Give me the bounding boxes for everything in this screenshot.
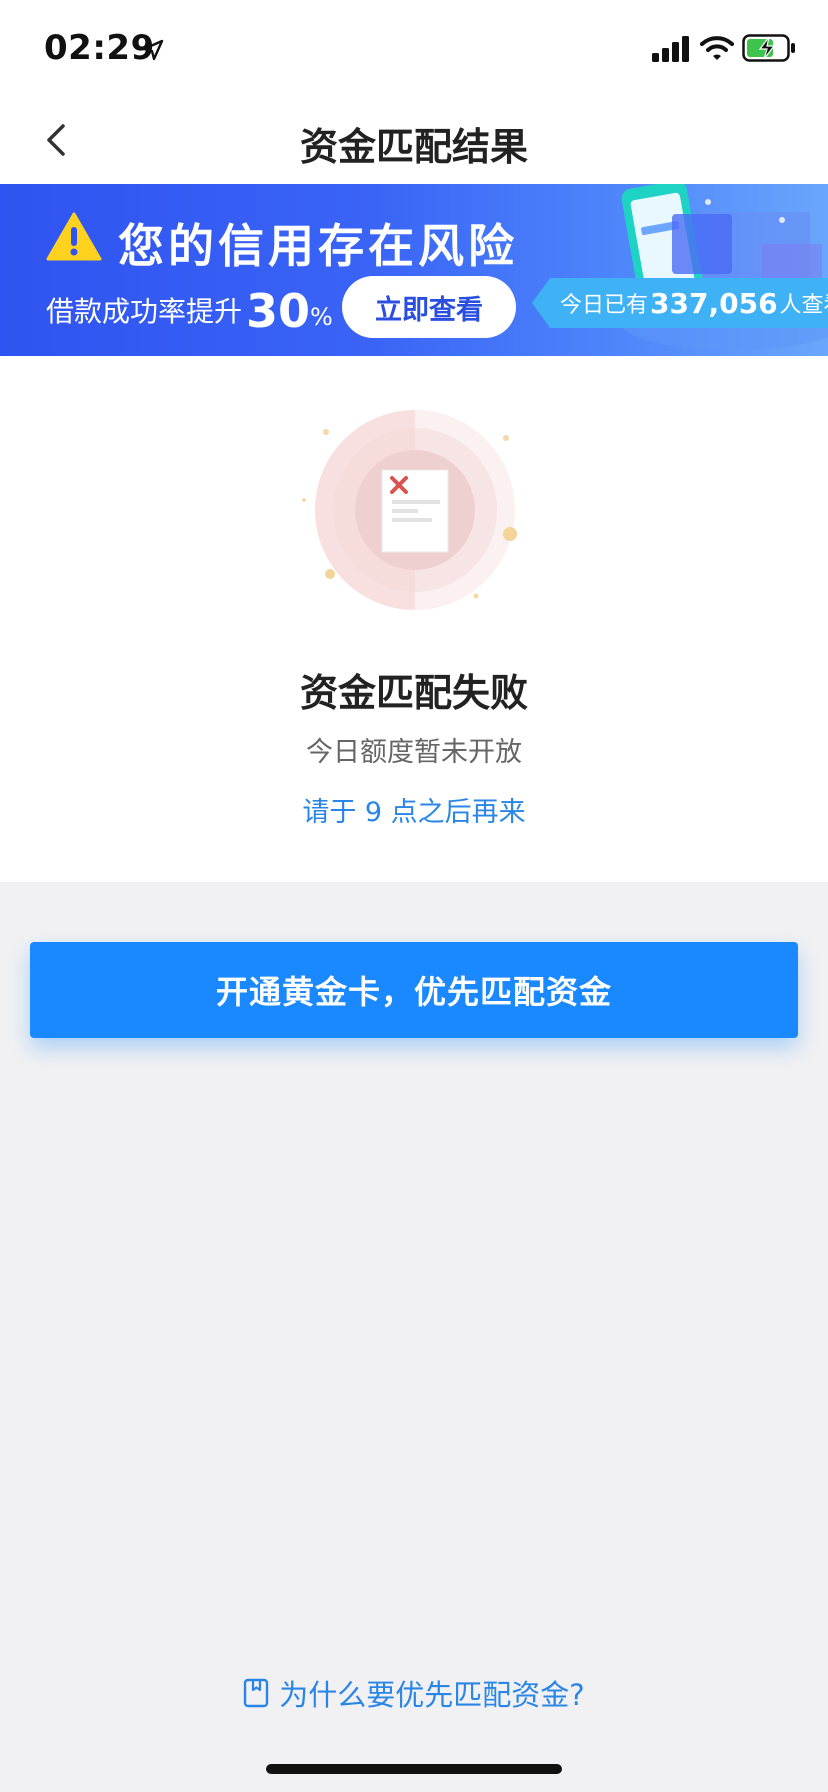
status-time: 02:29 xyxy=(44,28,155,68)
status-bar: 02:29 xyxy=(0,0,828,96)
ribbon-prefix: 今日已有 xyxy=(560,293,649,318)
viewer-count-ribbon: 今日已有337,056人查看 xyxy=(532,278,828,328)
result-card: 资金匹配失败 今日额度暂未开放 请于 9 点之后再来 xyxy=(0,356,828,882)
credit-risk-banner[interactable]: 您的信用存在风险 借款成功率提升30% 立即查看 今日已有337,056人查看 xyxy=(0,184,828,356)
warning-icon xyxy=(46,212,102,261)
banner-sub-label: 借款成功率提升 xyxy=(46,295,243,328)
phone-illustration-icon xyxy=(621,184,828,350)
nav-bar: 资金匹配结果 xyxy=(0,96,828,184)
match-failed-document-icon xyxy=(302,410,517,610)
banner-rate-unit: % xyxy=(310,303,333,331)
battery-charging-icon xyxy=(742,34,795,62)
wifi-icon xyxy=(700,36,734,60)
ribbon-suffix: 人查看 xyxy=(779,293,828,318)
result-description: 今日额度暂未开放 xyxy=(306,737,522,768)
why-priority-label: 为什么要优先匹配资金? xyxy=(279,1678,585,1712)
activate-gold-card-button[interactable]: 开通黄金卡，优先匹配资金 xyxy=(30,942,798,1038)
why-priority-link[interactable]: 为什么要优先匹配资金? xyxy=(0,1672,828,1714)
signal-icon xyxy=(652,36,689,62)
banner-subtext: 借款成功率提升30% xyxy=(46,284,333,338)
page-title: 资金匹配结果 xyxy=(299,125,528,169)
banner-headline: 您的信用存在风险 xyxy=(118,219,518,273)
location-arrow-icon xyxy=(142,39,164,61)
result-hint: 请于 9 点之后再来 xyxy=(302,797,526,828)
view-now-button[interactable]: 立即查看 xyxy=(342,276,516,338)
home-indicator[interactable] xyxy=(266,1764,562,1774)
ribbon-count: 337,056 xyxy=(650,286,778,320)
screen: 02:29 资金匹配结果 您的信用存在风险 借款成功率提升30% 立即查看 今日… xyxy=(0,0,828,1792)
result-title: 资金匹配失败 xyxy=(299,671,528,715)
bookmark-icon xyxy=(244,1678,269,1708)
banner-rate-value: 30 xyxy=(246,284,311,338)
